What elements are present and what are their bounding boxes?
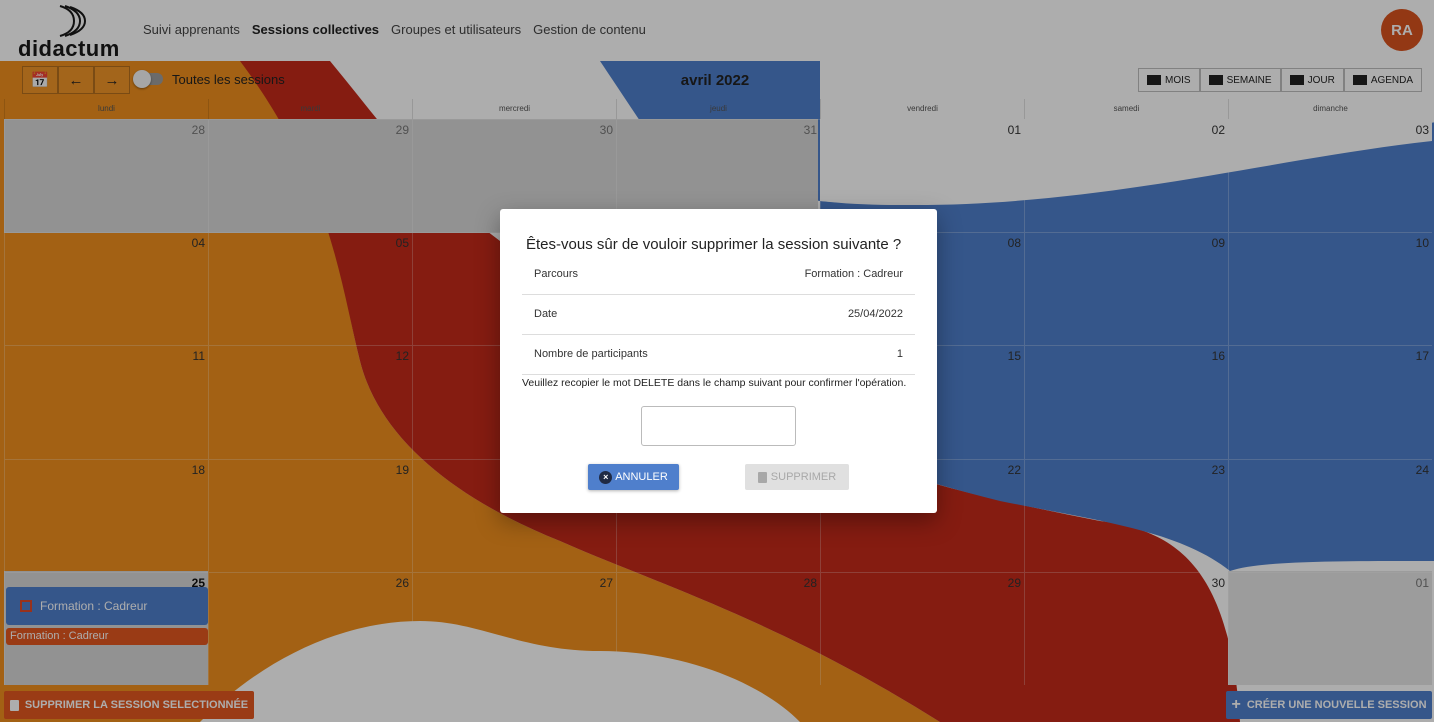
row-value: Formation : Cadreur	[804, 268, 903, 280]
row-participants: Nombre de participants 1	[522, 334, 915, 375]
cancel-label: ANNULER	[615, 471, 668, 483]
row-value: 25/04/2022	[847, 308, 903, 320]
cancel-button[interactable]: × ANNULER	[588, 464, 679, 490]
dialog-title: Êtes-vous sûr de vouloir supprimer la se…	[526, 236, 902, 253]
row-parcours: Parcours Formation : Cadreur	[522, 254, 915, 295]
delete-confirm-input[interactable]	[641, 406, 796, 446]
confirm-instruction: Veuillez recopier le mot DELETE dans le …	[522, 377, 907, 389]
row-date: Date 25/04/2022	[522, 294, 915, 335]
row-label: Date	[534, 308, 558, 320]
delete-label: SUPPRIMER	[770, 471, 837, 483]
row-label: Nombre de participants	[534, 348, 648, 360]
close-circle-icon: ×	[599, 470, 613, 484]
scrollbar[interactable]	[1434, 0, 1442, 722]
delete-confirm-dialog: Êtes-vous sûr de vouloir supprimer la se…	[500, 209, 937, 513]
delete-button[interactable]: SUPPRIMER	[745, 464, 849, 490]
row-label: Parcours	[534, 268, 579, 280]
row-value: 1	[896, 348, 903, 360]
trash-icon	[757, 471, 767, 483]
